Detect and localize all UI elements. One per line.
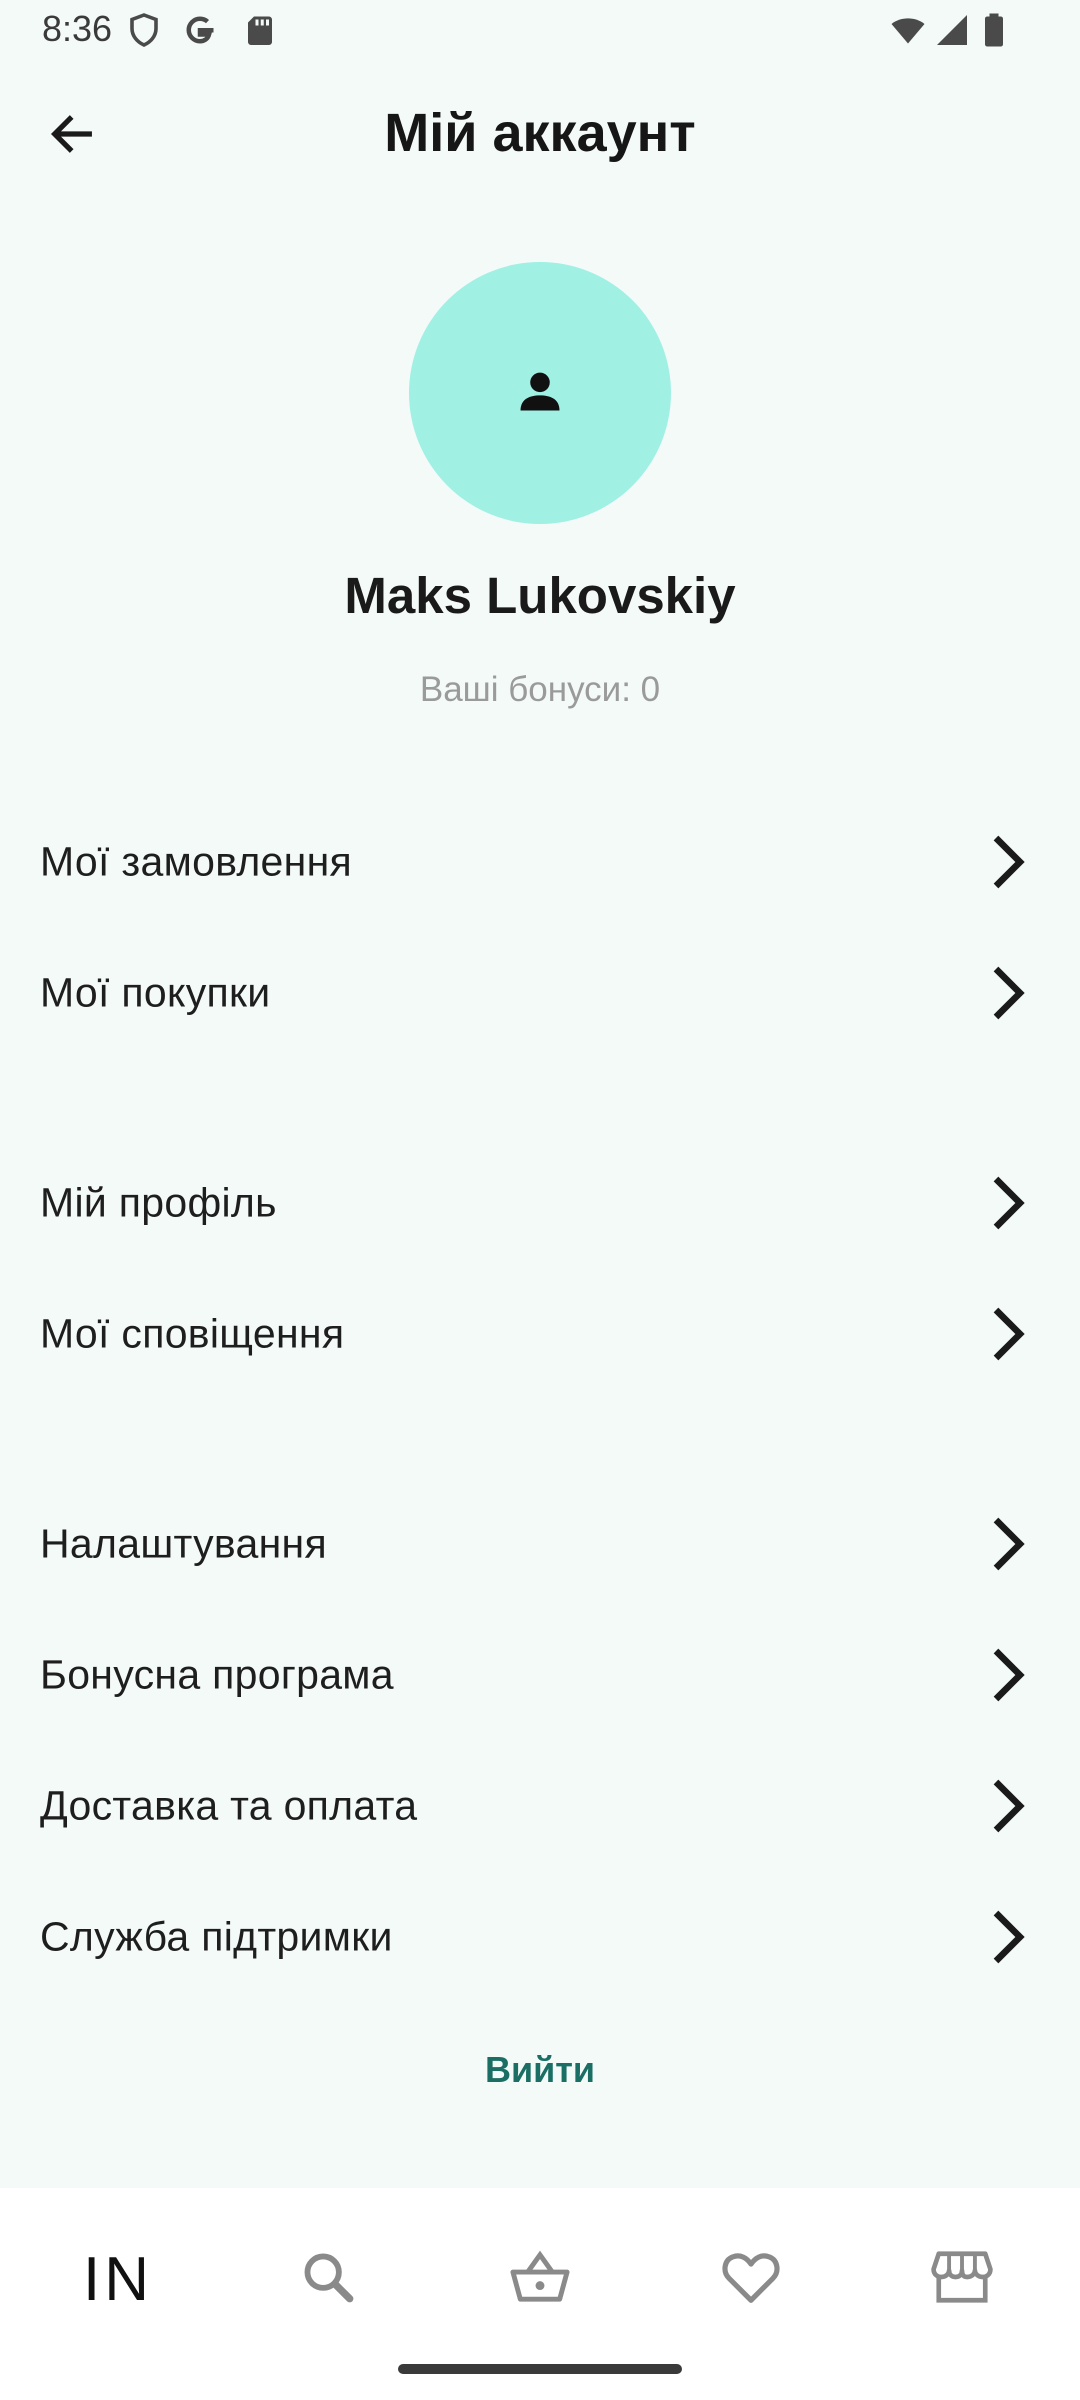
status-bar: 8:36	[0, 0, 1080, 62]
page-title: Мій аккаунт	[384, 103, 696, 163]
shield-icon	[126, 12, 162, 48]
nav-stores[interactable]	[902, 2224, 1022, 2334]
menu-item-label: Налаштування	[40, 1520, 327, 1567]
person-icon	[514, 365, 566, 422]
nav-search[interactable]	[268, 2224, 388, 2334]
wifi-icon	[888, 12, 925, 48]
chevron-right-icon	[984, 1907, 1032, 1967]
menu-item-label: Мій профіль	[40, 1179, 277, 1226]
avatar	[409, 262, 671, 524]
chevron-right-icon	[984, 963, 1032, 1023]
chevron-right-icon	[984, 1514, 1032, 1574]
search-icon	[299, 2248, 357, 2311]
menu-item-label: Мої покупки	[40, 969, 271, 1016]
google-icon	[182, 12, 218, 48]
menu-item-label: Бонусна програма	[40, 1651, 394, 1698]
menu-item-bonus-program[interactable]: Бонусна програма	[0, 1615, 1080, 1735]
bonus-label: Ваші бонуси: 0	[419, 670, 661, 709]
chevron-right-icon	[984, 1304, 1032, 1364]
nav-home[interactable]: IN	[58, 2224, 178, 2334]
chevron-right-icon	[984, 832, 1032, 892]
menu-item-my-purchases[interactable]: Мої покупки	[0, 933, 1080, 1053]
menu-item-label: Доставка та оплата	[40, 1782, 418, 1829]
home-indicator[interactable]	[398, 2364, 682, 2374]
sd-card-icon	[242, 12, 278, 48]
menu-item-my-profile[interactable]: Мій профіль	[0, 1143, 1080, 1263]
signal-icon	[934, 12, 970, 48]
status-time: 8:36	[42, 8, 113, 49]
logout-button[interactable]: Вийти	[390, 2030, 690, 2110]
menu-item-settings[interactable]: Налаштування	[0, 1484, 1080, 1604]
user-name: Maks Lukovskiy	[344, 567, 736, 624]
nav-favorites[interactable]	[691, 2224, 811, 2334]
app-bar: Мій аккаунт	[0, 70, 1080, 200]
basket-icon	[508, 2247, 572, 2312]
menu-item-my-notifications[interactable]: Мої сповіщення	[0, 1274, 1080, 1394]
menu-item-my-orders[interactable]: Мої замовлення	[0, 802, 1080, 922]
menu-item-label: Мої замовлення	[40, 838, 353, 885]
menu-item-delivery-payment[interactable]: Доставка та оплата	[0, 1746, 1080, 1866]
chevron-right-icon	[984, 1776, 1032, 1836]
nav-basket[interactable]	[480, 2224, 600, 2334]
menu-item-label: Служба підтримки	[40, 1913, 393, 1960]
menu-item-support[interactable]: Служба підтримки	[0, 1877, 1080, 1997]
heart-icon	[720, 2248, 782, 2311]
store-icon	[931, 2248, 993, 2311]
chevron-right-icon	[984, 1645, 1032, 1705]
chevron-right-icon	[984, 1173, 1032, 1233]
menu-item-label: Мої сповіщення	[40, 1310, 345, 1357]
brand-logo: IN	[83, 2244, 153, 2314]
bonus-balance: Ваші бонуси: 0	[0, 670, 1080, 710]
battery-icon	[980, 12, 1016, 48]
